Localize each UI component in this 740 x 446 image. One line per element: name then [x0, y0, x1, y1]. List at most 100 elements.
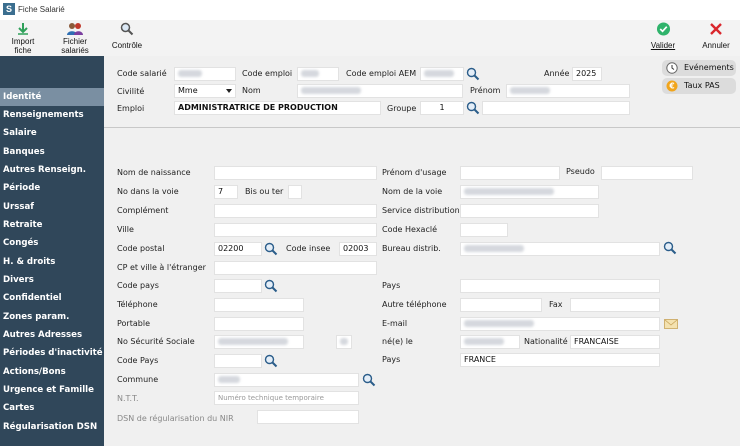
separator: [104, 127, 740, 128]
portable-field[interactable]: [214, 317, 304, 331]
import-label-2: fiche: [14, 46, 32, 55]
code-emploi-aem-field[interactable]: [420, 67, 464, 81]
autre-telephone-field[interactable]: [460, 298, 542, 312]
nom-field[interactable]: [297, 84, 463, 98]
cp-ville-etranger-field[interactable]: [214, 261, 377, 275]
code-salarie-field[interactable]: [174, 67, 236, 81]
annee-field[interactable]: 2025: [572, 67, 602, 81]
pays2-field[interactable]: FRANCE: [460, 353, 660, 367]
evenements-button[interactable]: Evénements: [662, 60, 736, 76]
ntt-label: N.T.T.: [117, 394, 139, 403]
civilite-select[interactable]: Mme: [174, 84, 236, 98]
emploi-field[interactable]: ADMINISTRATRICE DE PRODUCTION: [174, 101, 381, 115]
commune-field[interactable]: [214, 373, 359, 387]
bureau-distrib-field[interactable]: [460, 242, 660, 256]
controle-label: Contrôle: [111, 41, 143, 50]
code-postal-search-icon[interactable]: [264, 242, 278, 256]
nee-le-field[interactable]: [460, 335, 520, 349]
bureau-distrib-search-icon[interactable]: [663, 241, 677, 255]
pays2-label: Pays: [382, 355, 401, 364]
sidebar-item-urgence-famille[interactable]: Urgence et Famille: [0, 381, 104, 399]
nee-le-label: né(e) le: [382, 337, 413, 346]
complement-field[interactable]: [214, 204, 377, 218]
code-emploi-aem-search-icon[interactable]: [466, 67, 480, 81]
sidebar-item-divers[interactable]: Divers: [0, 271, 104, 289]
no-secu-cle-field[interactable]: [336, 335, 352, 349]
nom-naissance-field[interactable]: [214, 166, 377, 180]
sidebar-item-banques[interactable]: Banques: [0, 143, 104, 161]
code-salarie-label: Code salarié: [117, 69, 167, 78]
prenom-label: Prénom: [470, 86, 501, 95]
groupe-search-icon[interactable]: [466, 101, 480, 115]
import-fiche-button[interactable]: Import fiche: [6, 22, 40, 55]
controle-button[interactable]: Contrôle: [108, 22, 146, 50]
sidebar-item-periode[interactable]: Période: [0, 179, 104, 197]
service-distribution-field[interactable]: [460, 204, 599, 218]
download-arrow-icon: [18, 23, 28, 35]
bis-ter-label: Bis ou ter: [245, 187, 284, 196]
code-pays-search-icon[interactable]: [264, 279, 278, 293]
code-pays2-field[interactable]: [214, 354, 262, 368]
groupe-field[interactable]: 1: [420, 101, 464, 115]
sidebar-item-periodes-inactivite[interactable]: Périodes d'inactivité: [0, 344, 104, 362]
pays-field[interactable]: [460, 279, 660, 293]
sidebar: Identité Renseignements Salaire Banques …: [0, 56, 104, 446]
groupe-label: Groupe: [387, 104, 417, 113]
portable-label: Portable: [117, 319, 150, 328]
sidebar-item-autres-renseign[interactable]: Autres Renseign.: [0, 161, 104, 179]
code-postal-field[interactable]: 02200: [214, 242, 262, 256]
civilite-label: Civilité: [117, 87, 145, 96]
code-pays-label: Code pays: [117, 281, 159, 290]
check-circle-icon: [656, 22, 670, 36]
ntt-field[interactable]: Numéro technique temporaire: [214, 391, 359, 405]
code-pays-field[interactable]: [214, 279, 262, 293]
taux-pas-button[interactable]: € Taux PAS: [662, 78, 736, 94]
sidebar-item-renseignements[interactable]: Renseignements: [0, 106, 104, 124]
nationalite-field[interactable]: FRANCAISE: [570, 335, 660, 349]
fichier-salaries-button[interactable]: Fichier salariés: [56, 22, 94, 55]
dsn-regul-field[interactable]: [257, 410, 359, 424]
telephone-label: Téléphone: [117, 300, 158, 309]
email-field[interactable]: [460, 317, 660, 331]
prenom-field[interactable]: [506, 84, 630, 98]
groupe-libelle-field[interactable]: [482, 101, 630, 115]
search-icon: [120, 22, 134, 36]
code-hexacle-field[interactable]: [460, 223, 508, 237]
telephone-field[interactable]: [214, 298, 304, 312]
euro-coin-icon: €: [666, 80, 678, 92]
code-pays2-search-icon[interactable]: [264, 354, 278, 368]
code-emploi-label: Code emploi: [242, 69, 293, 78]
fax-field[interactable]: [570, 298, 660, 312]
sidebar-item-zones-param[interactable]: Zones param.: [0, 308, 104, 326]
sidebar-item-conges[interactable]: Congés: [0, 234, 104, 252]
no-voie-field[interactable]: 7: [214, 185, 238, 199]
dsn-regul-label: DSN de régularisation du NIR: [117, 414, 234, 423]
svg-text:€: €: [668, 82, 674, 91]
sidebar-item-regularisation-dsn[interactable]: Régularisation DSN: [0, 418, 104, 436]
complement-label: Complément: [117, 206, 169, 215]
sidebar-item-autres-adresses[interactable]: Autres Adresses: [0, 326, 104, 344]
code-emploi-field[interactable]: [297, 67, 339, 81]
commune-search-icon[interactable]: [362, 373, 376, 387]
sidebar-item-confidentiel[interactable]: Confidentiel: [0, 289, 104, 307]
nom-voie-field[interactable]: [460, 185, 599, 199]
sidebar-item-urssaf[interactable]: Urssaf: [0, 198, 104, 216]
prenom-usage-field[interactable]: [460, 166, 560, 180]
bis-ter-field[interactable]: [288, 185, 302, 199]
pseudo-field[interactable]: [601, 166, 693, 180]
no-secu-field[interactable]: [214, 335, 304, 349]
sidebar-item-retraite[interactable]: Retraite: [0, 216, 104, 234]
sidebar-item-salaire[interactable]: Salaire: [0, 124, 104, 142]
code-insee-field[interactable]: 02003: [339, 242, 377, 256]
ville-field[interactable]: [214, 223, 377, 237]
envelope-icon[interactable]: [664, 318, 678, 330]
valider-button[interactable]: Valider: [646, 22, 680, 50]
autre-telephone-label: Autre téléphone: [382, 300, 447, 309]
taux-pas-label: Taux PAS: [684, 81, 720, 90]
annuler-label: Annuler: [702, 41, 730, 50]
sidebar-item-actions-bons[interactable]: Actions/Bons: [0, 363, 104, 381]
sidebar-item-h-droits[interactable]: H. & droits: [0, 253, 104, 271]
sidebar-item-cartes[interactable]: Cartes: [0, 399, 104, 417]
annuler-button[interactable]: Annuler: [698, 22, 734, 50]
sidebar-item-identite[interactable]: Identité: [0, 88, 104, 106]
